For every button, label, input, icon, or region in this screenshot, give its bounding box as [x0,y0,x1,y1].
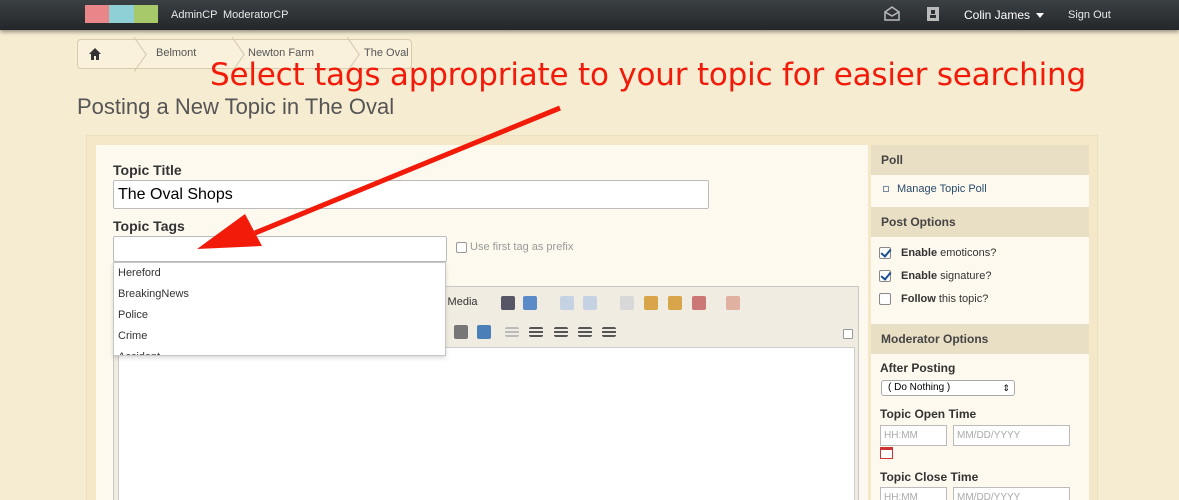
poll-header: Poll [871,145,1089,175]
tag-suggestion-item[interactable]: Police [114,305,445,326]
messages-icon[interactable] [884,6,900,22]
option-bold: Enable [901,270,938,282]
option-text: emoticons? [940,247,997,259]
signature-checkbox[interactable] [879,270,891,282]
option-text: this topic? [938,293,989,305]
indent-icon[interactable] [529,327,543,337]
topic-tags-label: Topic Tags [113,218,185,234]
paste-text-icon[interactable] [668,296,682,310]
enable-emoticons-option[interactable]: Enable emoticons? [879,247,996,259]
notifications-icon[interactable] [925,6,941,22]
page-title: Posting a New Topic in The Oval [77,94,395,119]
paste-icon[interactable] [644,296,658,310]
outdent-icon[interactable] [505,327,519,337]
after-posting-select[interactable]: ( Do Nothing ) ⇕ [881,380,1015,396]
admincp-link[interactable]: AdminCP [171,9,217,21]
open-date-input[interactable]: MM/DD/YYYY [953,425,1070,446]
option-bold: Follow [901,293,936,305]
calendar-icon[interactable] [880,447,893,459]
collapse-toolbar-icon[interactable] [843,329,853,339]
prefix-label: Use first tag as prefix [470,241,574,253]
undo-icon[interactable] [560,296,574,310]
tag-prefix-option[interactable]: Use first tag as prefix [456,241,573,253]
redo-icon[interactable] [583,296,597,310]
spellcheck-icon[interactable] [726,296,740,310]
prefix-checkbox[interactable] [456,241,467,253]
align-right-icon[interactable] [602,327,616,337]
topic-title-input[interactable]: The Oval Shops [113,180,709,209]
close-time-label: Topic Close Time [880,470,979,484]
close-time-input[interactable]: HH:MM [880,487,947,500]
tag-suggestion-item[interactable]: Crime [114,326,445,347]
align-left-icon[interactable] [554,327,568,337]
after-posting-value: ( Do Nothing ) [888,382,951,393]
special-char-icon[interactable] [523,296,537,310]
manage-poll-label: Manage Topic Poll [897,183,987,195]
align-center-icon[interactable] [578,327,592,337]
tag-suggestion-item[interactable]: Accident [114,347,445,355]
topic-tags-input[interactable] [113,236,447,262]
manage-poll-link[interactable]: Manage Topic Poll [883,183,987,195]
after-posting-label: After Posting [880,361,956,375]
moderatorcp-link[interactable]: ModeratorCP [223,9,288,21]
option-bold: Enable [901,247,938,259]
find-icon[interactable] [454,325,468,339]
option-text: signature? [940,270,992,282]
follow-topic-option[interactable]: Follow this topic? [879,293,988,305]
top-navbar: AdminCP ModeratorCP Colin James Sign Out [0,0,1179,30]
copy-icon[interactable] [620,296,634,310]
sidebar: Poll Manage Topic Poll Post Options Enab… [871,145,1089,500]
home-icon[interactable] [88,47,102,61]
image-icon[interactable] [477,325,491,339]
paste-word-icon[interactable] [692,296,706,310]
moderator-options-header: Moderator Options [871,324,1089,354]
editor-textarea[interactable] [118,347,855,500]
tag-suggestion-item[interactable]: Hereford [114,263,445,284]
site-logo[interactable] [85,5,158,23]
breadcrumb-item-belmont[interactable]: Belmont [156,40,196,68]
tag-suggestions-dropdown: Hereford BreakingNews Police Crime Accid… [113,262,446,356]
emoticons-checkbox[interactable] [879,247,891,259]
annotation-text: Select tags appropriate to your topic fo… [210,57,1086,93]
user-name: Colin James [964,8,1031,22]
tag-suggestion-item[interactable]: BreakingNews [114,284,445,305]
select-arrows-icon: ⇕ [1002,383,1010,393]
enable-signature-option[interactable]: Enable signature? [879,270,991,282]
post-options-header: Post Options [871,207,1089,237]
open-time-label: Topic Open Time [880,407,977,421]
close-date-input[interactable]: MM/DD/YYYY [953,487,1070,500]
table-icon[interactable] [501,296,515,310]
topic-title-label: Topic Title [113,162,182,178]
open-time-input[interactable]: HH:MM [880,425,947,446]
user-menu[interactable]: Colin James [964,8,1045,22]
poll-icon [883,186,889,193]
follow-checkbox[interactable] [879,293,891,305]
chevron-down-icon [1036,13,1045,19]
sign-out-link[interactable]: Sign Out [1068,9,1111,21]
